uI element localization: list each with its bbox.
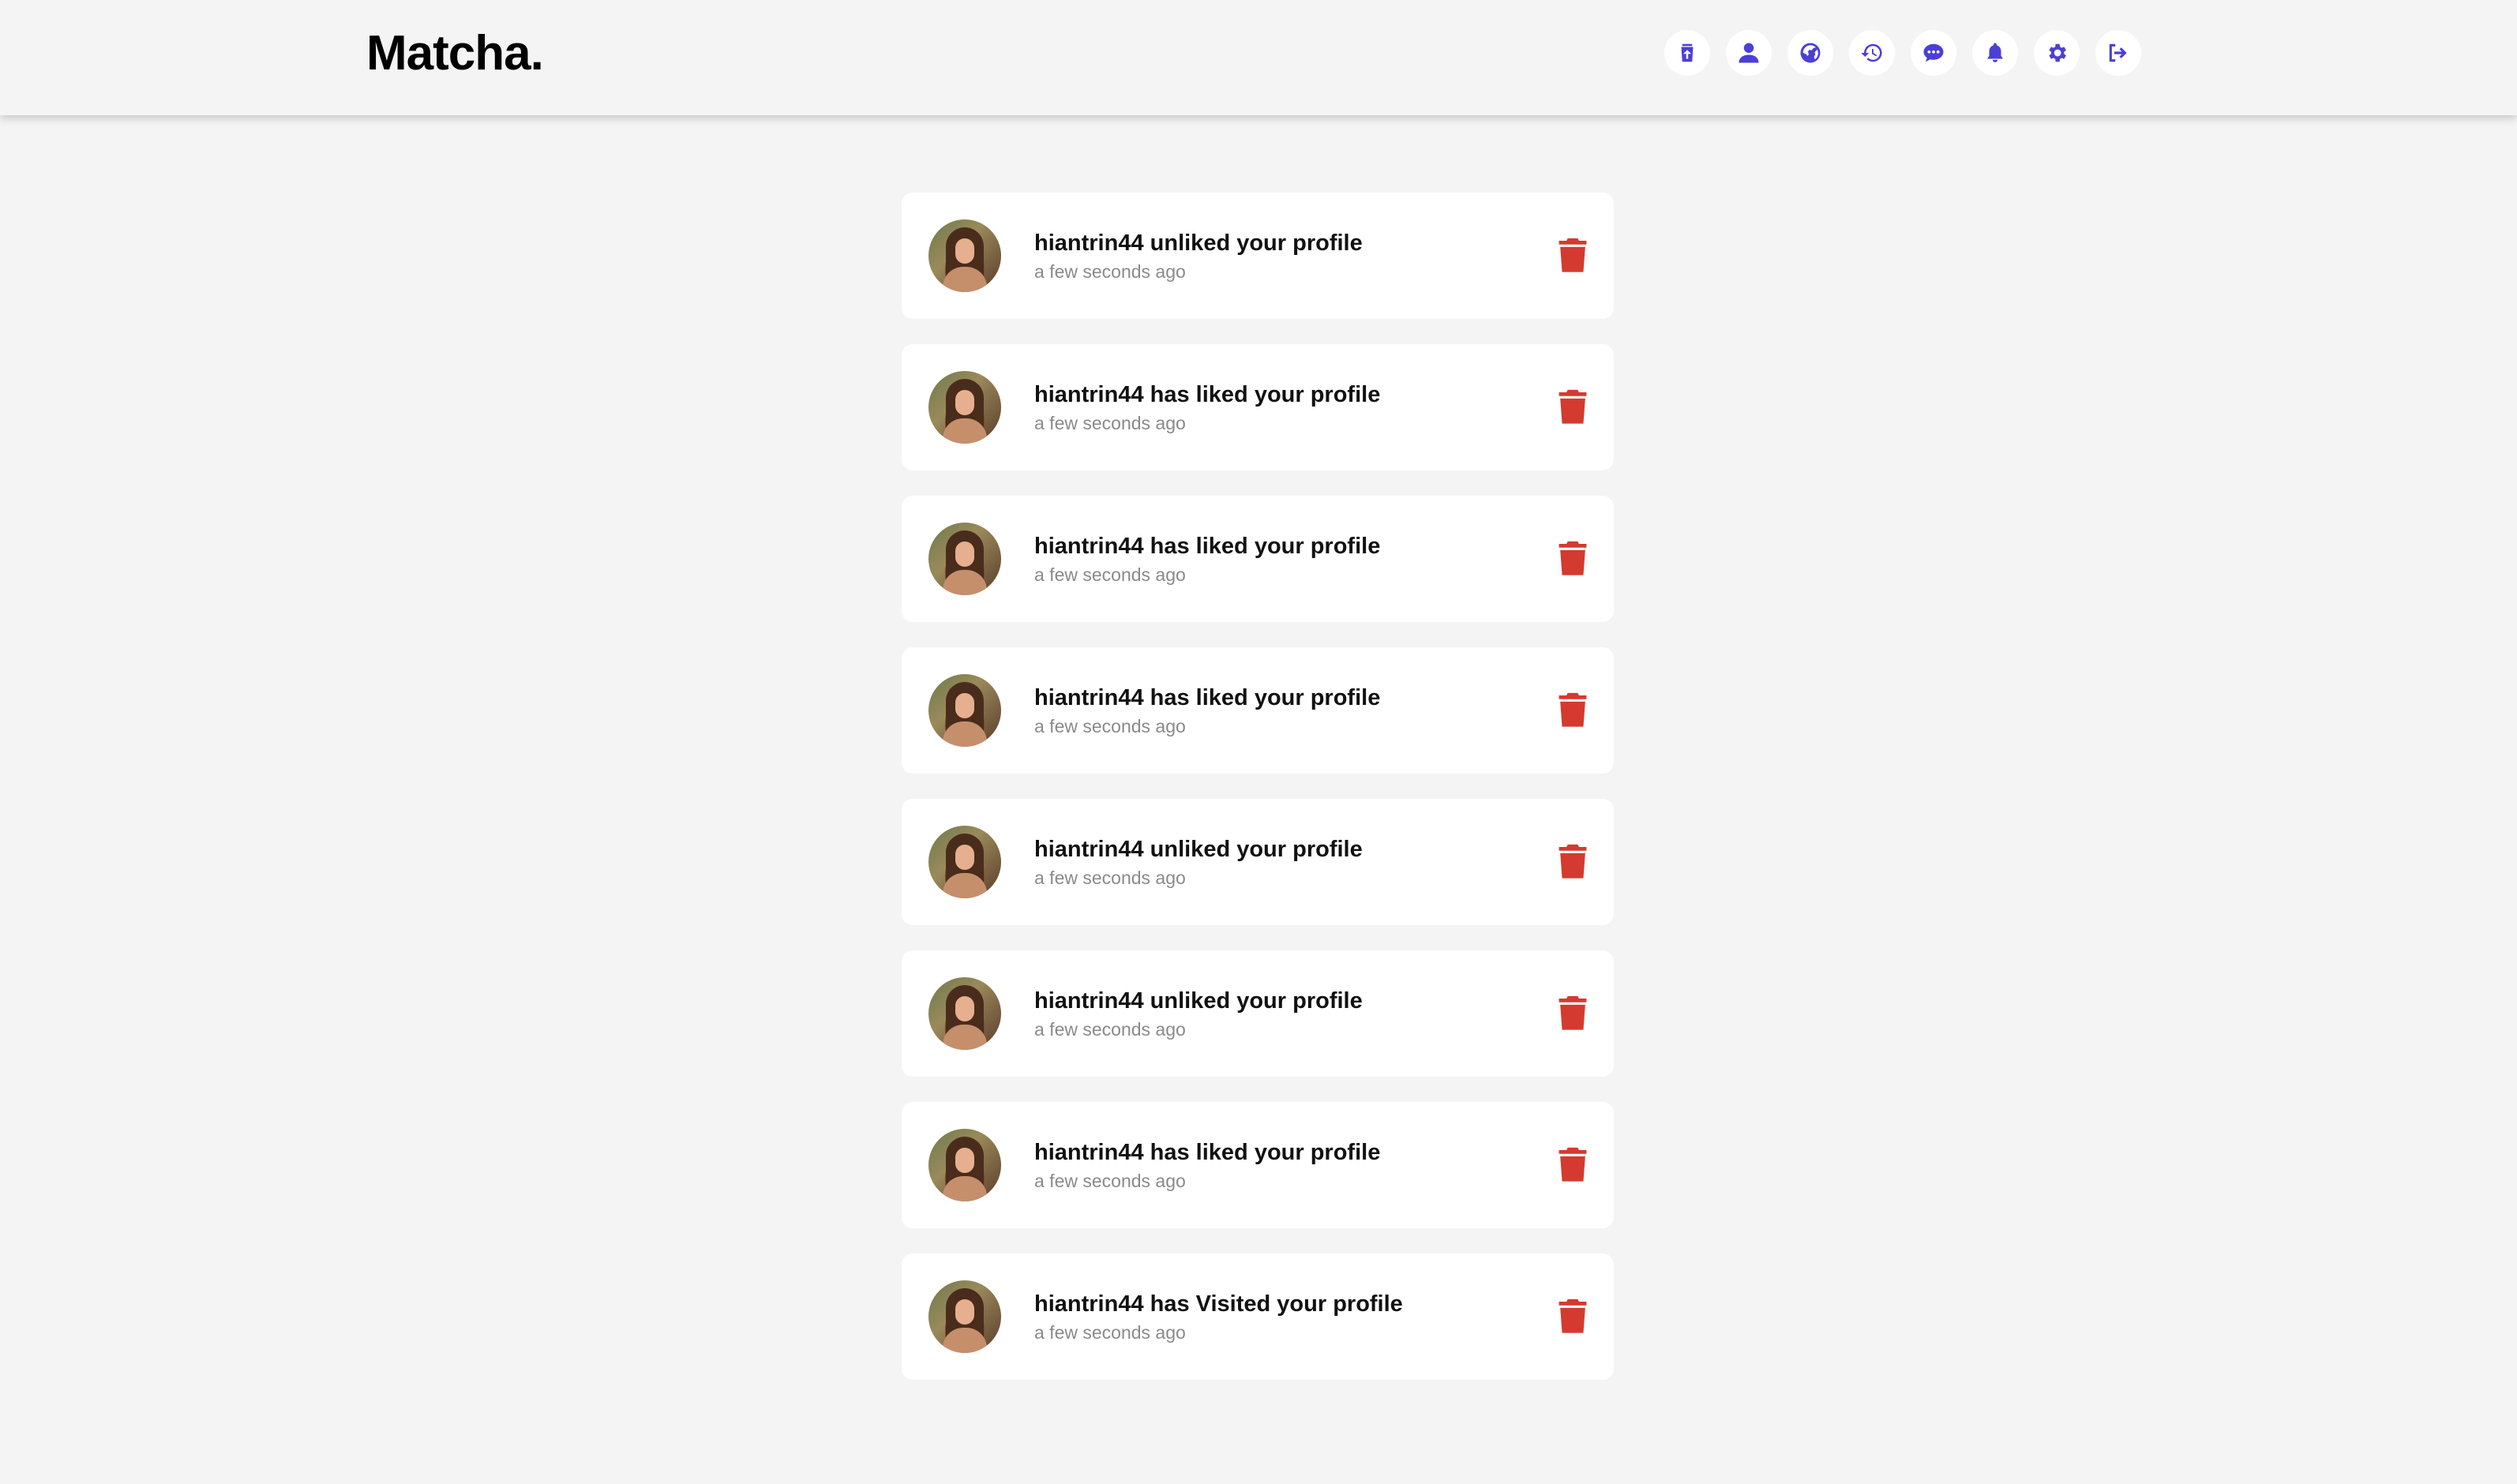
notification-message: hiantrin44 has liked your profile (1034, 685, 1381, 710)
avatar[interactable] (928, 1129, 1001, 1201)
trash-icon (1559, 692, 1587, 727)
notification-message: hiantrin44 unliked your profile (1034, 230, 1363, 256)
avatar[interactable] (928, 1280, 1001, 1353)
avatar[interactable] (928, 674, 1001, 747)
delete-button[interactable] (1557, 691, 1589, 729)
notification-message: hiantrin44 has liked your profile (1034, 1140, 1381, 1165)
notification-list: hiantrin44 unliked your profile a few se… (902, 193, 1614, 1405)
notification-time: a few seconds ago (1034, 261, 1186, 282)
delete-button[interactable] (1557, 1298, 1589, 1336)
notification-item[interactable]: hiantrin44 has liked your profile a few … (902, 647, 1614, 774)
notification-time: a few seconds ago (1034, 413, 1186, 433)
notification-time: a few seconds ago (1034, 564, 1186, 585)
notifications-button[interactable] (1972, 30, 2018, 76)
notification-time: a few seconds ago (1034, 1171, 1186, 1191)
notification-message: hiantrin44 has liked your profile (1034, 382, 1381, 407)
notification-time: a few seconds ago (1034, 868, 1186, 888)
trash-icon (1559, 1298, 1587, 1333)
delete-button[interactable] (1557, 995, 1589, 1032)
notification-item[interactable]: hiantrin44 has liked your profile a few … (902, 1102, 1614, 1228)
upload-icon (1681, 43, 1694, 62)
history-button[interactable] (1849, 30, 1895, 76)
bell-icon (1987, 43, 2003, 62)
notification-message: hiantrin44 unliked your profile (1034, 988, 1363, 1014)
delete-button[interactable] (1557, 388, 1589, 426)
avatar[interactable] (928, 371, 1001, 444)
nav-icons (1664, 30, 2141, 76)
upload-button[interactable] (1664, 30, 1710, 76)
notification-item[interactable]: hiantrin44 unliked your profile a few se… (902, 799, 1614, 925)
logout-button[interactable] (2095, 30, 2141, 76)
avatar[interactable] (928, 826, 1001, 898)
profile-icon (1739, 43, 1759, 63)
notification-message: hiantrin44 unliked your profile (1034, 837, 1363, 862)
notification-item[interactable]: hiantrin44 unliked your profile a few se… (902, 193, 1614, 319)
trash-icon (1559, 541, 1587, 575)
logout-icon (2109, 43, 2127, 62)
chat-button[interactable] (1911, 30, 1956, 76)
notification-time: a few seconds ago (1034, 716, 1186, 736)
explore-icon (1800, 43, 1821, 63)
trash-icon (1559, 844, 1587, 879)
history-icon (1861, 43, 1882, 62)
notification-time: a few seconds ago (1034, 1019, 1186, 1040)
settings-button[interactable] (2034, 30, 2080, 76)
notification-message: hiantrin44 has liked your profile (1034, 534, 1381, 559)
top-navbar: Matcha. (0, 0, 2517, 115)
trash-icon (1559, 995, 1587, 1030)
notification-time: a few seconds ago (1034, 1322, 1186, 1343)
notification-message: hiantrin44 has Visited your profile (1034, 1291, 1403, 1317)
brand-logo[interactable]: Matcha. (366, 22, 544, 85)
delete-button[interactable] (1557, 540, 1589, 578)
avatar[interactable] (928, 219, 1001, 292)
trash-icon (1559, 1147, 1587, 1182)
notification-item[interactable]: hiantrin44 has liked your profile a few … (902, 496, 1614, 622)
chat-icon (1923, 43, 1944, 62)
delete-button[interactable] (1557, 237, 1589, 275)
notification-item[interactable]: hiantrin44 has liked your profile a few … (902, 344, 1614, 470)
gear-icon (2049, 43, 2066, 62)
delete-button[interactable] (1557, 1146, 1589, 1184)
trash-icon (1559, 238, 1587, 272)
avatar[interactable] (928, 977, 1001, 1050)
trash-icon (1559, 389, 1587, 424)
profile-button[interactable] (1726, 30, 1772, 76)
notification-item[interactable]: hiantrin44 unliked your profile a few se… (902, 950, 1614, 1077)
delete-button[interactable] (1557, 843, 1589, 881)
explore-button[interactable] (1787, 30, 1833, 76)
avatar[interactable] (928, 523, 1001, 595)
notification-item[interactable]: hiantrin44 has Visited your profile a fe… (902, 1254, 1614, 1380)
